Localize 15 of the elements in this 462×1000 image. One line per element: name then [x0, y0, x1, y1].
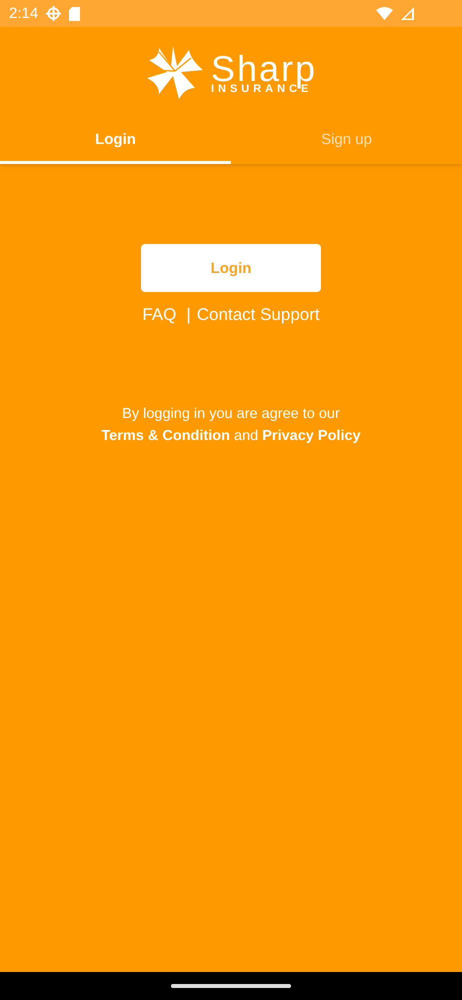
home-handle[interactable]: [171, 984, 291, 988]
sd-card-icon: [69, 6, 80, 20]
tab[interactable]: Login: [0, 117, 231, 164]
gear-icon: [46, 6, 62, 21]
help-link[interactable]: FAQ: [142, 305, 176, 325]
clock-time: 2:14: [9, 5, 38, 22]
terms-link[interactable]: Terms & Condition: [101, 428, 230, 444]
tab[interactable]: Sign up: [231, 117, 462, 164]
privacy-link[interactable]: Privacy Policy: [262, 428, 361, 444]
signal-icon: [401, 7, 414, 20]
login-button[interactable]: Login: [141, 244, 321, 292]
wifi-icon: [376, 7, 393, 20]
help-link[interactable]: Contact Support: [196, 305, 320, 325]
agreement-text: By logging in you are agree to our Terms & Condition and Privacy Policy: [101, 405, 361, 446]
separator: |: [186, 305, 191, 325]
